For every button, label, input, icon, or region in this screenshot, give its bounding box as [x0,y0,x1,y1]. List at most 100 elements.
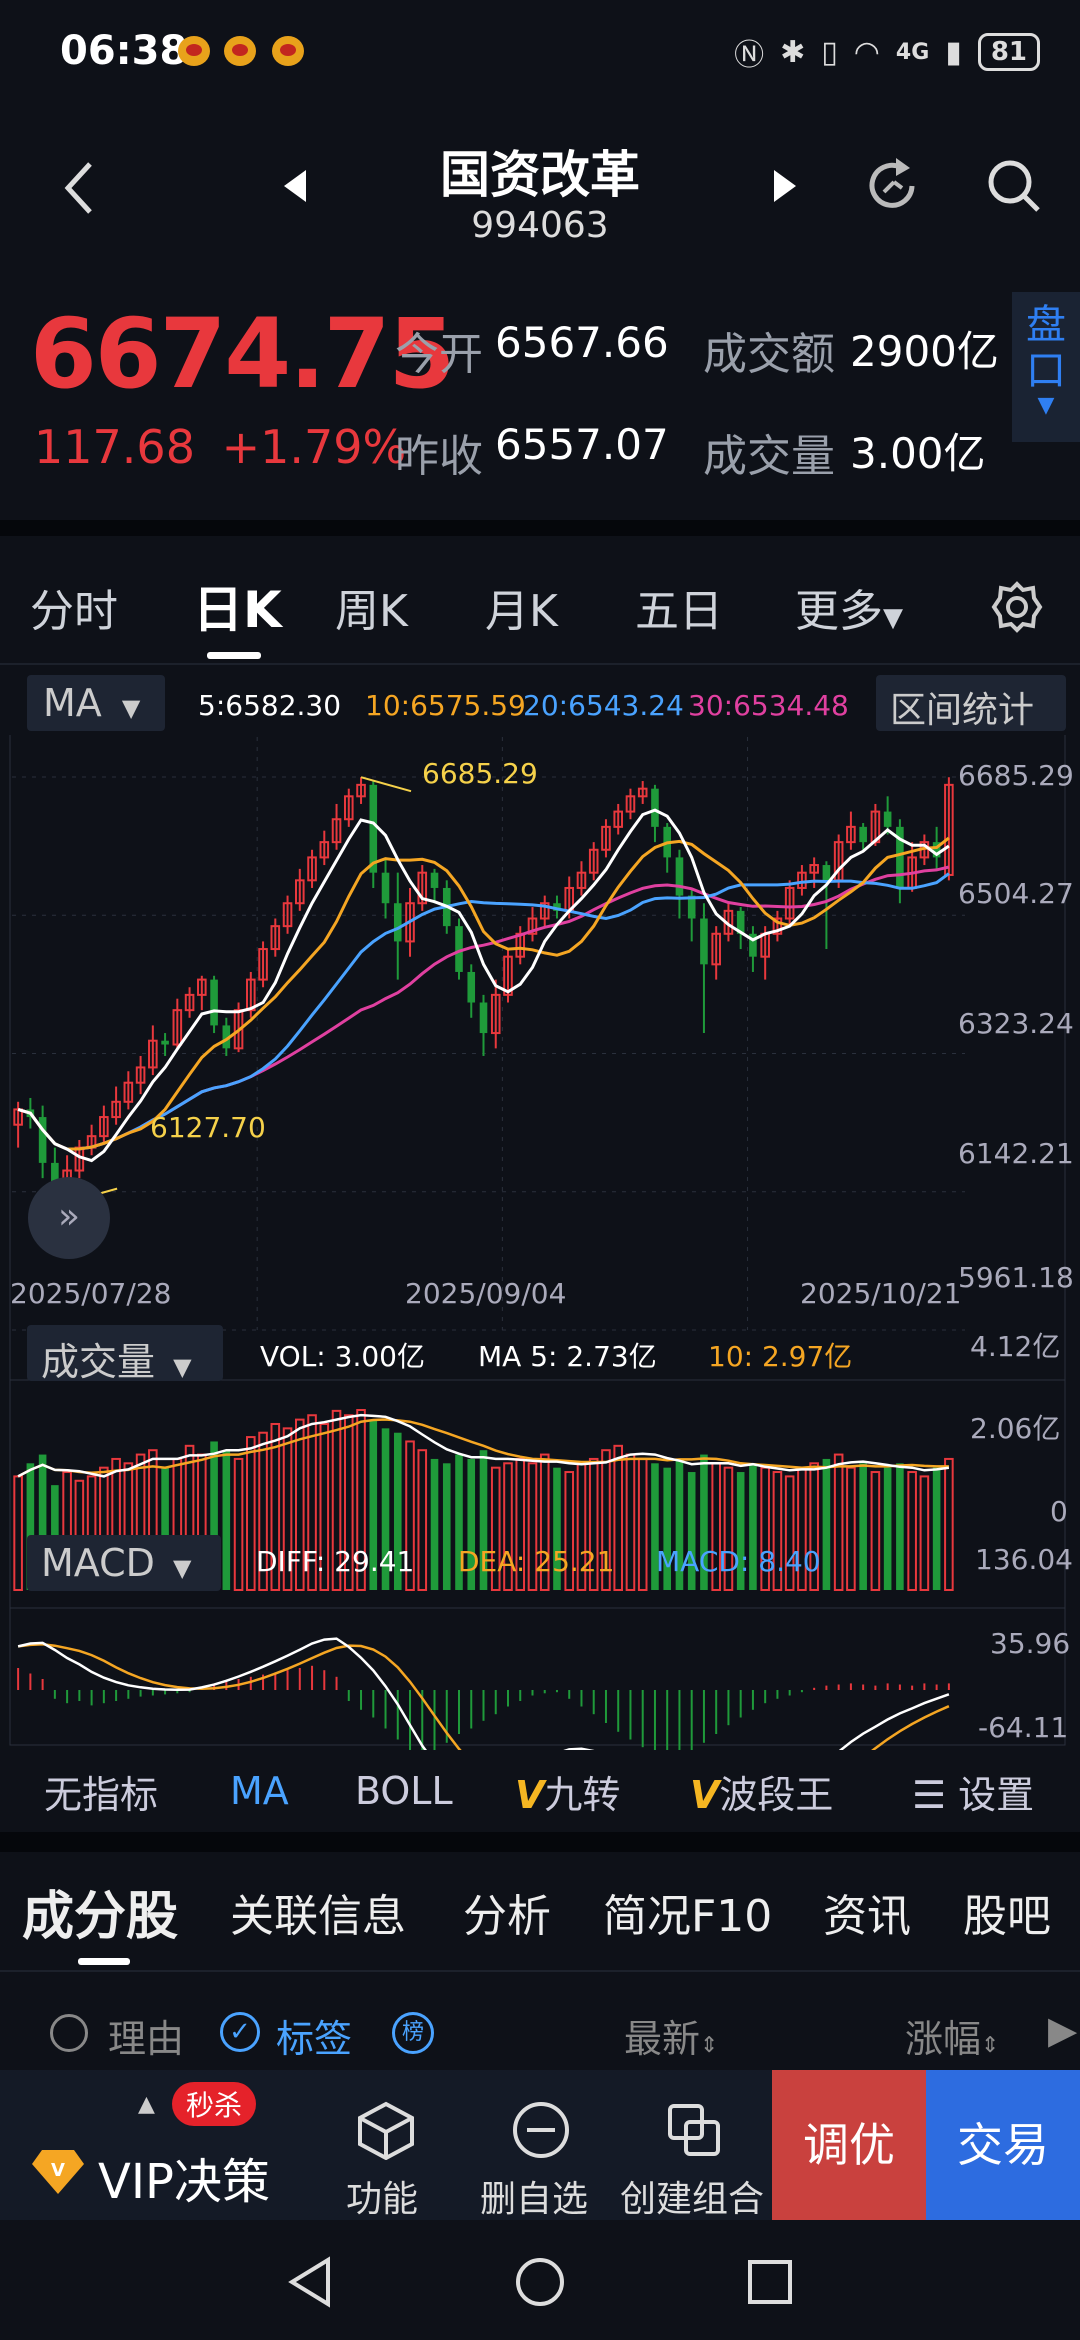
candle-body [467,971,476,1003]
y-tick: 6504.27 [958,877,1074,910]
volume-value: 3.00亿 [850,429,986,478]
pankou-button[interactable]: 盘口 ▼ [1012,292,1080,442]
volume-label: 成交量 [703,431,835,482]
latest-label: 最新 [624,2017,701,2061]
vip-diamond-icon: V [32,2150,84,2194]
radio-tag-checked-icon[interactable]: ✓ [220,2012,260,2052]
divider [0,1832,1080,1852]
vol-y-tick: 4.12亿 [970,1330,1061,1363]
battery-indicator: 81 [977,33,1040,71]
current-price: 6674.75 [30,298,455,410]
tab-intraday[interactable]: 分时 [30,575,118,639]
tab-forum[interactable]: 股吧 [963,1880,1051,1944]
main-indicator-select[interactable]: MA ▼ [27,675,165,731]
radio-reason[interactable] [50,2014,88,2052]
indicator-wave-king[interactable]: V波段王 [690,1764,833,1819]
legend-ma30: 30:6534.48 [688,689,849,722]
tab-related-info[interactable]: 关联信息 [230,1880,406,1944]
nav-back-icon[interactable] [282,2254,338,2310]
chevron-down-icon: ▼ [883,603,903,633]
tab-daily-k[interactable]: 日K [193,570,282,642]
volume-bar [442,1463,451,1590]
bottom-action-bar: ▲ 秒杀 V VIP决策 功能 删自选 创建组合 调优 交易 [0,2070,1080,2220]
legend-ma20: 20:6543.24 [523,689,684,722]
nav-home-icon[interactable] [512,2254,568,2310]
tab-more[interactable]: 更多▼ [795,575,903,639]
volume-bar [896,1463,904,1590]
price-change: 117.68 +1.79% [34,420,406,474]
vol-y-tick: 2.06亿 [970,1412,1061,1445]
high-marker-label: 6685.29 [422,757,538,790]
candle-body [675,857,684,896]
turnover-label: 成交额 [703,329,835,380]
status-time: 06:38 [60,28,188,74]
volume-bar [944,1457,954,1592]
y-tick: 6323.24 [958,1007,1074,1040]
vol-ma10: 10: 2.97亿 [708,1340,853,1373]
volume-bar [870,1471,881,1591]
pankou-label: 盘口 [1026,302,1066,394]
volume-bar [859,1463,867,1590]
tab-constituents[interactable]: 成分股 [22,1874,178,1949]
tab-weekly-k[interactable]: 周K [335,575,408,639]
change-label: 涨幅 [905,2017,982,2061]
volume-indicator-select[interactable]: 成交量 ▼ [27,1325,223,1384]
volume-bar [246,1436,256,1592]
indicator-ma[interactable]: MA [230,1769,289,1813]
chevron-down-icon: ▼ [173,1353,192,1381]
legend-ma5: 5:6582.30 [198,689,342,722]
tab-five-day[interactable]: 五日 [635,575,723,639]
change-sort[interactable]: 涨幅⇕ [905,2008,999,2063]
vol-y-tick: 0 [1050,1495,1068,1528]
candle-body [651,788,659,827]
tab-monthly-k[interactable]: 月K [485,575,558,639]
settings-gear-icon[interactable] [990,580,1044,634]
period-tabs: 分时 日K 周K 月K 五日 更多▼ [0,540,1080,665]
next-stock-icon[interactable] [770,166,800,206]
vip-decision-button[interactable]: ▲ 秒杀 V VIP决策 [0,2070,300,2220]
create-portfolio-button[interactable]: 创建组合 [618,2070,768,2220]
candle-body [430,872,439,888]
weibo-notification-icon [272,36,304,66]
indicator-none[interactable]: 无指标 [44,1764,158,1819]
high-marker-line [360,776,412,793]
indicator-settings[interactable]: ☰ 设置 [912,1764,1034,1819]
volume-bar [625,1453,636,1591]
trade-button[interactable]: 交易 [926,2070,1080,2220]
latest-sort[interactable]: 最新⇕ [624,2008,718,2063]
rank-badge[interactable]: 榜 [392,2012,434,2054]
volume-bar [846,1466,856,1592]
macd-indicator-label: MACD [41,1541,155,1585]
refresh-icon[interactable] [860,154,924,218]
search-icon[interactable] [982,154,1046,218]
volume-indicator-label: 成交量 [41,1340,156,1384]
tab-news[interactable]: 资讯 [823,1880,911,1944]
function-button[interactable]: 功能 [310,2070,460,2220]
candle-body [822,865,831,881]
weibo-notification-icon [224,36,256,66]
y-tick: 6142.21 [958,1137,1074,1170]
scroll-right-icon[interactable]: ▶ [1048,2008,1077,2052]
nine-turn-label: 九转 [544,1772,621,1817]
range-stats-button[interactable]: 区间统计 [876,675,1066,731]
tab-more-label: 更多 [795,586,883,637]
indicator-boll[interactable]: BOLL [355,1769,453,1813]
nfc-icon: Ⓝ [734,38,765,73]
nav-recents-icon[interactable] [742,2254,798,2310]
kline-chart[interactable] [0,735,1080,1750]
settings-list-icon: ☰ [912,1772,947,1817]
chart-area[interactable]: MA ▼ 5:6582.30 10:6575.59 20:6543.24 30:… [0,665,1080,1750]
remove-watchlist-label: 删自选 [480,2179,589,2220]
optimize-button[interactable]: 调优 [772,2070,926,2220]
tab-analysis[interactable]: 分析 [463,1880,551,1944]
indicator-nine-turn[interactable]: V九转 [515,1764,620,1819]
low-marker-label: 6127.70 [150,1111,266,1144]
create-portfolio-label: 创建组合 [620,2179,765,2220]
expand-chart-icon[interactable]: » [28,1177,110,1259]
volume-bar [430,1458,439,1590]
remove-watchlist-button[interactable]: 删自选 [465,2070,615,2220]
date-label: 2025/10/21 [800,1277,962,1310]
macd-indicator-select[interactable]: MACD ▼ [27,1535,221,1591]
prev-close-label: 昨收 [395,431,483,482]
tab-f10[interactable]: 简况F10 [603,1880,772,1944]
